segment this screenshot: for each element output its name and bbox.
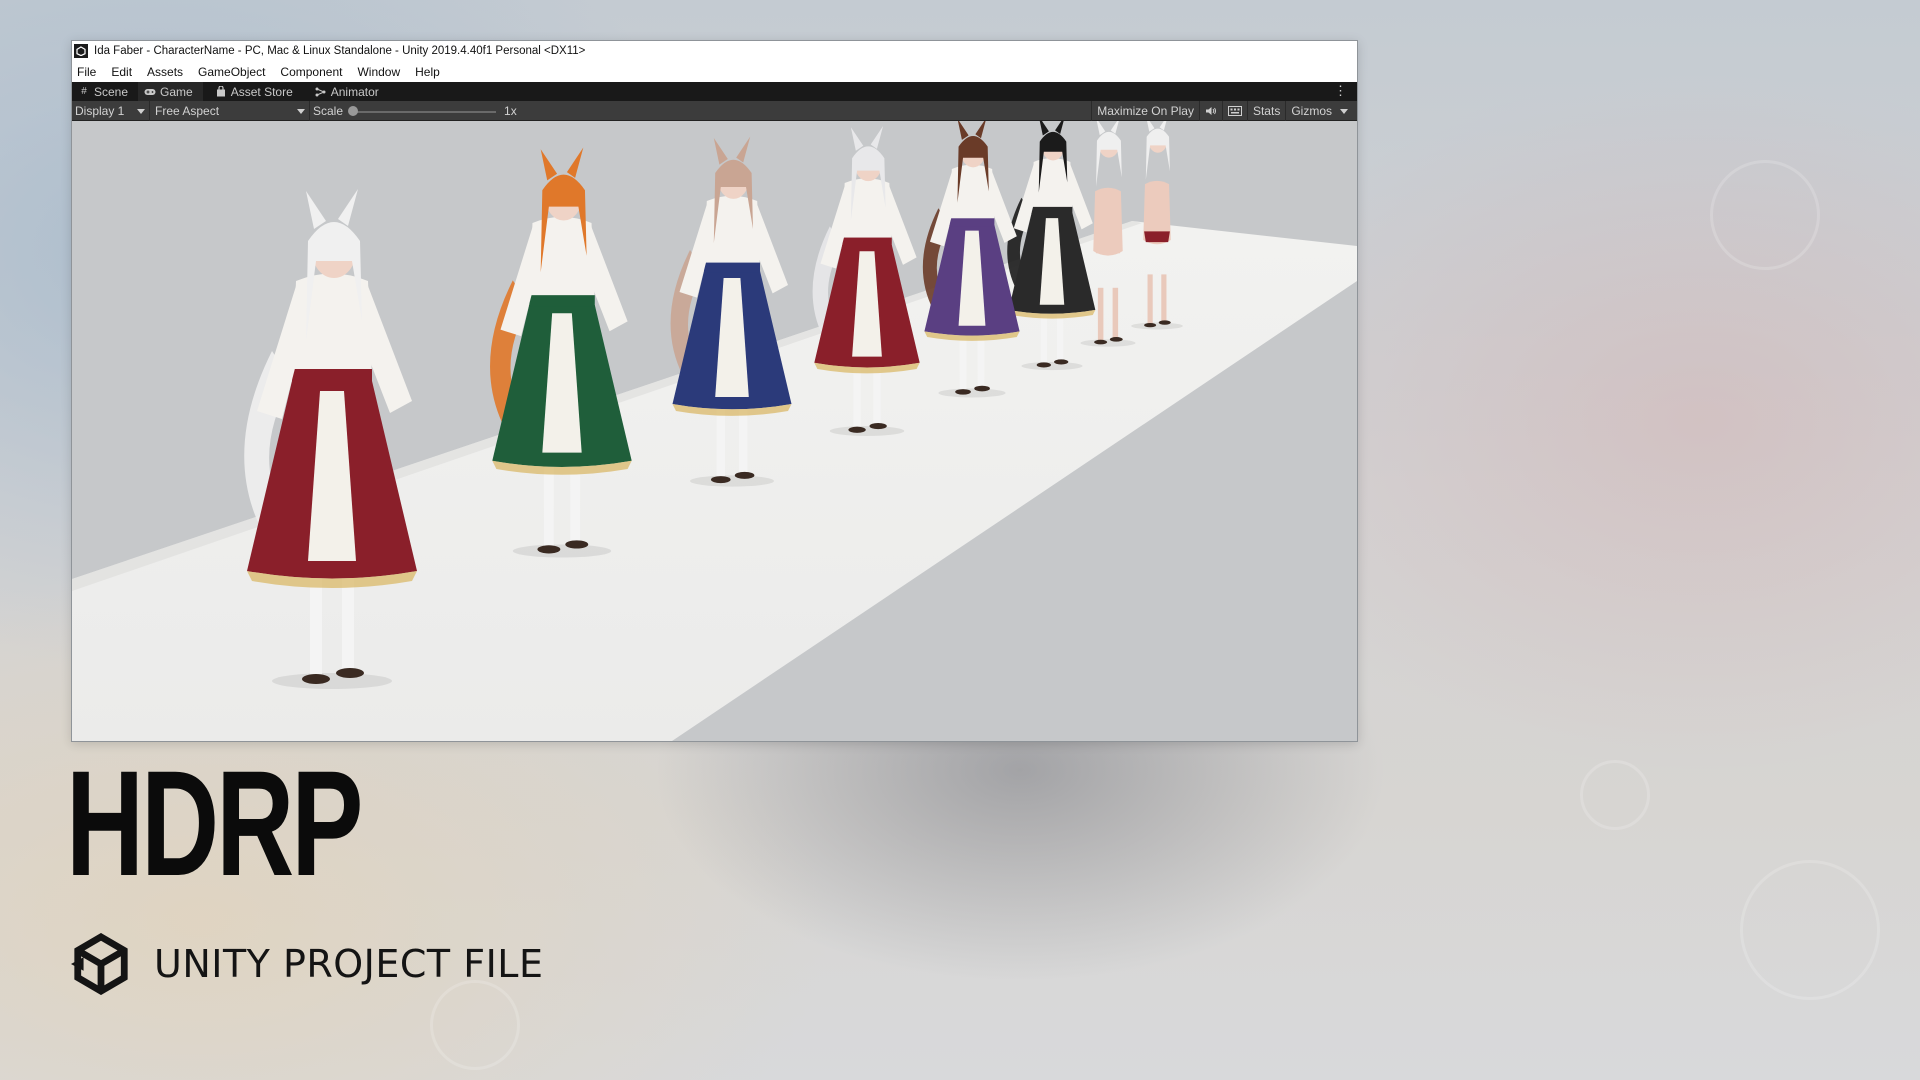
background-ornament <box>1710 160 1820 270</box>
gizmos-label: Gizmos <box>1291 104 1332 118</box>
character-shoe <box>1036 362 1051 368</box>
gizmos-dropdown[interactable]: Gizmos <box>1285 101 1357 121</box>
toolbar-right-group: Maximize On Play Stats Gizmos <box>1091 101 1357 121</box>
maximize-on-play-toggle[interactable]: Maximize On Play <box>1091 101 1199 121</box>
unity-logo-icon <box>74 44 88 58</box>
scale-slider[interactable] <box>348 101 497 121</box>
editor-tab-bar: # Scene Game Asset Store Animator ⋮ <box>72 82 1357 101</box>
character-shadow <box>938 388 1006 398</box>
chevron-down-icon <box>1340 108 1348 114</box>
unity-project-file-label: UNITY PROJECT FILE <box>154 942 544 986</box>
character-shoe <box>848 426 866 433</box>
character-shoe <box>1109 337 1123 342</box>
keyboard-shortcuts-icon[interactable] <box>1221 101 1247 121</box>
character-shoe <box>336 668 364 678</box>
character-sash <box>842 237 892 247</box>
character-shadow <box>272 673 392 689</box>
character-shoe <box>565 540 589 549</box>
menu-file[interactable]: File <box>77 65 96 79</box>
slider-thumb[interactable] <box>348 105 359 116</box>
character-garment <box>1094 241 1122 254</box>
character-garment <box>1144 231 1170 243</box>
stats-toggle[interactable]: Stats <box>1246 101 1285 121</box>
aspect-label: Free Aspect <box>155 103 220 118</box>
game-view-toolbar: Display 1 Free Aspect Scale 1x Maximize … <box>72 100 1357 121</box>
character-shadow <box>1021 361 1083 371</box>
character-leg <box>1112 287 1119 340</box>
hdrp-headline: HDRP <box>66 739 363 907</box>
character-shoe <box>734 471 755 479</box>
animator-icon <box>315 86 327 98</box>
character-sash <box>529 295 595 307</box>
menu-assets[interactable]: Assets <box>147 65 183 79</box>
character-sash <box>292 369 372 383</box>
unity-project-label: UNITY PROJECT FILE <box>70 933 543 995</box>
grid-icon: # <box>81 86 87 97</box>
character-shoe <box>1158 320 1171 325</box>
character-sash <box>1031 206 1073 215</box>
character-shoe <box>1144 322 1157 328</box>
menu-window[interactable]: Window <box>357 65 400 79</box>
tab-label: Animator <box>330 84 379 99</box>
character-shadow <box>829 426 905 436</box>
character-shoe <box>302 674 330 684</box>
display-dropdown[interactable]: Display 1 <box>72 100 150 121</box>
character-shoe <box>711 476 731 484</box>
aspect-dropdown[interactable]: Free Aspect <box>150 100 310 121</box>
scale-value: 1x <box>504 103 517 118</box>
unity-logo-icon <box>70 933 128 995</box>
tab-animator[interactable]: Animator <box>309 82 389 101</box>
background-ornament <box>1580 760 1650 830</box>
menu-help[interactable]: Help <box>415 65 440 79</box>
tab-label: Game <box>160 84 193 99</box>
character-shoe <box>537 545 561 554</box>
character-shadow <box>1080 339 1136 347</box>
scale-label: Scale <box>313 103 344 118</box>
background-ornament <box>1740 860 1880 1000</box>
menu-gameobject[interactable]: GameObject <box>198 65 265 79</box>
slider-track <box>352 110 497 113</box>
menu-component[interactable]: Component <box>280 65 342 79</box>
character-shoe <box>1054 359 1069 365</box>
display-label: Display 1 <box>75 103 125 118</box>
gamepad-icon <box>144 86 156 98</box>
character-leg <box>1147 274 1153 326</box>
title-bar: Ida Faber - CharacterName - PC, Mac & Li… <box>72 41 1357 61</box>
more-options-icon[interactable]: ⋮ <box>1334 84 1347 98</box>
chevron-down-icon <box>137 108 145 114</box>
chevron-down-icon <box>297 108 305 114</box>
mute-audio-icon[interactable] <box>1198 101 1222 121</box>
menu-edit[interactable]: Edit <box>111 65 132 79</box>
rendered-scene <box>72 121 1357 741</box>
character-sash <box>949 218 995 227</box>
character-shadow <box>690 475 774 487</box>
game-viewport[interactable] <box>72 121 1357 741</box>
window-title: Ida Faber - CharacterName - PC, Mac & Li… <box>94 45 586 57</box>
character-shoe <box>974 385 990 392</box>
tab-game[interactable]: Game <box>138 82 203 101</box>
character-shadow <box>1131 322 1183 330</box>
tab-label: Asset Store <box>230 84 293 99</box>
character-shoe <box>955 389 971 395</box>
tab-label: Scene <box>94 84 129 99</box>
menu-bar: File Edit Assets GameObject Component Wi… <box>72 61 1357 82</box>
character-leg <box>1161 274 1167 323</box>
character-shadow <box>512 544 612 558</box>
tab-scene[interactable]: # Scene <box>72 82 138 101</box>
unity-editor-window: Ida Faber - CharacterName - PC, Mac & Li… <box>71 40 1358 742</box>
character-sash <box>704 262 760 273</box>
tab-asset-store[interactable]: Asset Store <box>209 82 303 101</box>
character-leg <box>1097 287 1104 343</box>
character-shoe <box>1094 339 1108 345</box>
shopping-bag-icon <box>215 86 227 98</box>
character-shoe <box>869 422 887 430</box>
